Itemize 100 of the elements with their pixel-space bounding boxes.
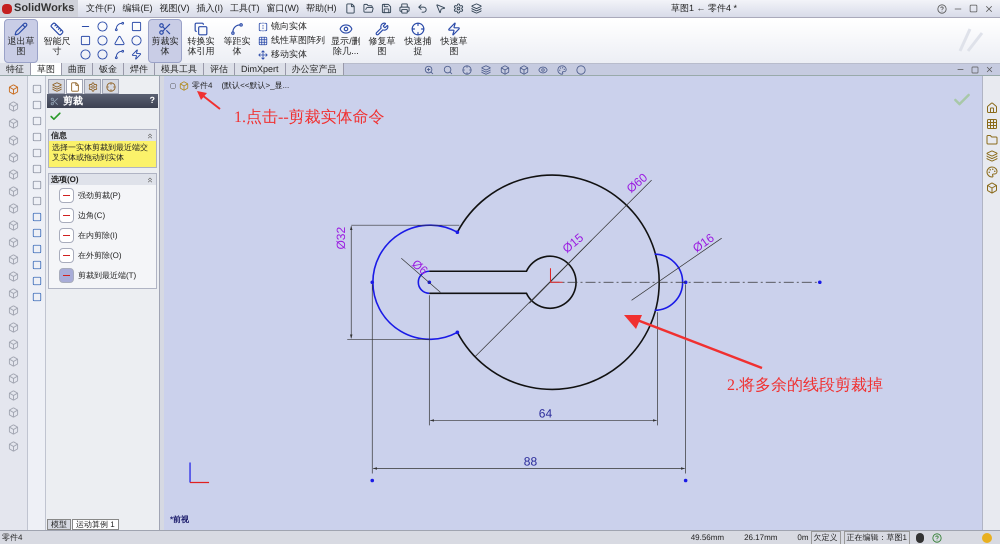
option-button[interactable]: 边角(C) (49, 206, 106, 225)
toolbar-icon[interactable] (380, 3, 392, 14)
task-pane-icon[interactable] (986, 150, 998, 162)
ribbon-button[interactable]: 快速捕捉 (401, 19, 435, 63)
menu-item[interactable]: 窗口(W) (264, 2, 301, 16)
toolbar-icon[interactable] (398, 3, 410, 14)
toolbar-icon[interactable] (416, 3, 428, 14)
model-tab[interactable]: 运动算例 1 (72, 518, 119, 530)
panel-tab[interactable] (48, 79, 65, 94)
sketch-tool-icon[interactable] (97, 35, 108, 46)
sketch-tool-icon[interactable] (97, 21, 108, 32)
ribbon-button[interactable]: 转换实体引用 (184, 19, 218, 63)
rebuild-icon[interactable] (916, 532, 924, 542)
sketch-tool-icon[interactable] (131, 35, 142, 46)
sketch-point[interactable] (370, 478, 374, 482)
view-tool-icon[interactable] (424, 64, 434, 74)
command-tab[interactable]: 草图 (31, 63, 62, 75)
ribbon-button[interactable]: 镜向实体 (258, 20, 325, 33)
menu-item[interactable]: 帮助(H) (304, 2, 338, 16)
model-tab[interactable]: 模型 (47, 518, 71, 530)
command-tab[interactable]: 焊件 (124, 63, 155, 75)
task-pane-icon[interactable] (986, 118, 998, 130)
toolbar-icon[interactable] (362, 3, 374, 14)
ribbon-button[interactable]: 线性草图阵列 (258, 34, 325, 47)
restore-icon[interactable] (971, 66, 979, 74)
dimension-label[interactable]: 88 (524, 454, 538, 468)
ribbon-button[interactable]: 等距实体 (220, 19, 254, 63)
option-button[interactable]: 强劲剪裁(P) (49, 186, 121, 205)
view-tool-icon[interactable] (480, 64, 491, 74)
option-button[interactable]: 剪裁到最近端(T) (49, 266, 136, 285)
expand-icon[interactable] (170, 83, 176, 89)
toolbar-icon[interactable] (470, 3, 482, 14)
command-tab[interactable]: 模具工具 (155, 63, 204, 75)
command-tab[interactable]: 钣金 (93, 63, 124, 75)
view-tool-icon[interactable] (576, 64, 586, 74)
menu-item[interactable]: 插入(I) (194, 2, 225, 16)
help-icon[interactable] (937, 4, 947, 14)
command-tab[interactable]: 曲面 (62, 63, 93, 75)
dimension-line[interactable] (428, 294, 658, 426)
panel-tab[interactable] (66, 79, 83, 94)
sketch-tool-icon[interactable] (97, 49, 108, 60)
view-tool-icon[interactable] (462, 64, 472, 74)
app-logo[interactable]: SolidWorks (0, 0, 78, 17)
ribbon-button[interactable]: 快速草图 (437, 19, 471, 63)
dimension-line[interactable] (372, 284, 686, 474)
close-icon[interactable] (984, 4, 994, 14)
view-tool-icon[interactable] (556, 64, 567, 74)
ribbon-button[interactable]: 修复草图 (365, 19, 399, 63)
dimension-label[interactable]: Ø16 (690, 230, 717, 256)
toolbar-icon[interactable] (452, 3, 464, 14)
view-tool-icon[interactable] (538, 64, 548, 74)
help-icon[interactable] (932, 532, 942, 542)
option-button[interactable]: 在外剪除(O) (49, 246, 122, 265)
task-pane-icon[interactable] (986, 102, 998, 114)
command-tab[interactable]: 办公室产品 (286, 63, 344, 75)
ribbon-button[interactable]: 移动实体 (258, 48, 325, 61)
task-pane-icon[interactable] (986, 166, 998, 178)
sketch-tool-icon[interactable] (114, 49, 125, 60)
sketch-tool-icon[interactable] (131, 21, 142, 32)
ribbon-button[interactable]: 智能尺寸 (40, 19, 74, 63)
command-tab[interactable]: 评估 (204, 63, 235, 75)
ribbon-button[interactable]: 显示/删除几... (329, 19, 363, 63)
toolbar-icon[interactable] (344, 3, 356, 14)
sketch-tool-icon[interactable] (131, 49, 142, 60)
sketch-tool-icon[interactable] (114, 35, 125, 46)
menu-item[interactable]: 视图(V) (158, 2, 192, 16)
dimension-label[interactable]: Ø32 (334, 226, 348, 250)
sketch-profile[interactable] (370, 174, 688, 390)
part-icon[interactable] (179, 81, 189, 91)
task-pane-icon[interactable] (986, 134, 998, 146)
help-button[interactable]: ? (150, 94, 155, 108)
restore-icon[interactable] (969, 4, 978, 13)
sketch-tool-icon[interactable] (114, 21, 125, 32)
option-button[interactable]: 在内剪除(I) (49, 226, 118, 245)
collapse-icon[interactable] (146, 132, 154, 140)
panel-tab[interactable] (102, 79, 119, 94)
dimension-label[interactable]: 64 (538, 406, 552, 420)
dimension-line[interactable] (346, 224, 460, 340)
panel-tab[interactable] (84, 79, 101, 94)
view-tool-icon[interactable] (500, 64, 510, 74)
tree-item[interactable]: 零件4 (192, 80, 212, 92)
command-tab[interactable]: DimXpert (235, 63, 286, 75)
feature-tool-icon[interactable] (8, 84, 19, 95)
ribbon-button[interactable]: 剪裁实体 (148, 19, 182, 63)
view-tool-icon[interactable] (442, 64, 453, 74)
close-icon[interactable] (985, 65, 994, 74)
dimension-label[interactable]: Ø6 (409, 256, 431, 278)
command-tab[interactable]: 特征 (0, 63, 31, 75)
view-tool-icon[interactable] (518, 64, 529, 74)
ribbon-button[interactable]: 退出草图 (4, 19, 38, 63)
menu-item[interactable]: 编辑(E) (120, 2, 154, 16)
dimension-label[interactable]: Ø60 (624, 170, 650, 196)
sketch-point[interactable] (684, 478, 688, 482)
menu-item[interactable]: 工具(T) (228, 2, 262, 16)
ok-icon[interactable] (49, 110, 62, 123)
sketch-tool-icon[interactable] (80, 35, 91, 46)
menu-item[interactable]: 文件(F) (84, 2, 118, 16)
sketch-tool-icon[interactable] (80, 49, 91, 60)
task-pane-icon[interactable] (986, 182, 998, 194)
collapse-icon[interactable] (146, 176, 154, 184)
